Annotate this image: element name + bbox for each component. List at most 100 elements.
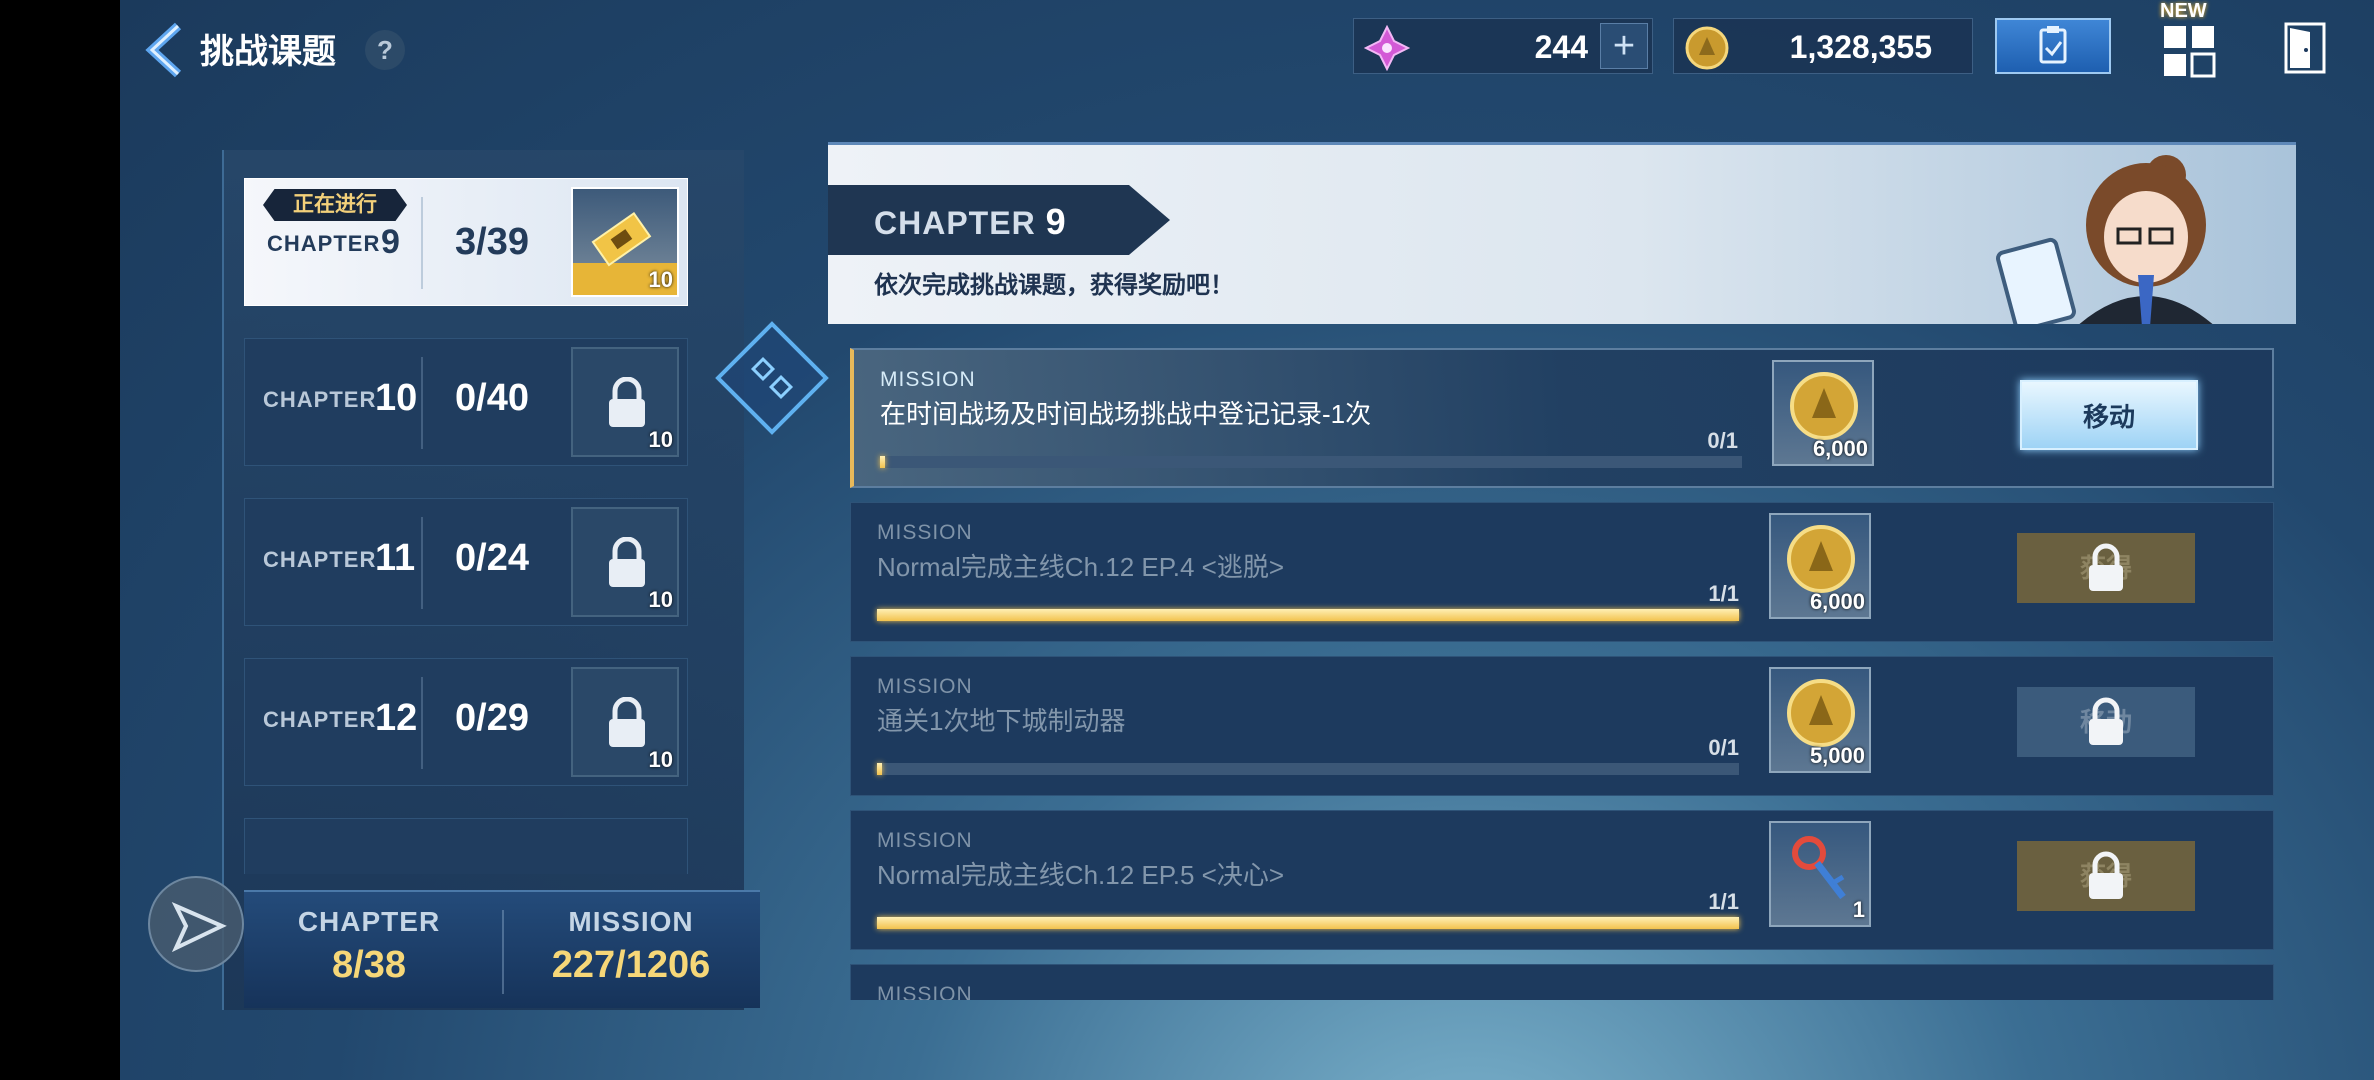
chapter-number: 9 xyxy=(381,223,400,261)
gem-icon xyxy=(1364,25,1410,71)
mission-label: MISSION xyxy=(880,368,976,391)
chapter-card-9[interactable]: 正在进行 CHAPTER 9 3/39 10 xyxy=(244,178,688,306)
reward-quantity: 1 xyxy=(1852,897,1865,922)
chapter-list[interactable]: 正在进行 CHAPTER 9 3/39 10 CHAPTER 10 0/40 1… xyxy=(234,178,694,874)
mission-reward: 6,000 xyxy=(1772,360,1874,466)
chapter-reward: 10 xyxy=(571,507,679,617)
game-screen: 挑战课题 ? 244 + 1,328,355 NEW 正在进行 CHAPTER … xyxy=(120,0,2374,1080)
chapter-reward: 10 xyxy=(571,187,679,297)
mission-summary: MISSION 227/1206 xyxy=(506,906,756,987)
mission-label: MISSION xyxy=(877,829,973,852)
lock-icon xyxy=(609,697,645,747)
mission-progress-bar xyxy=(877,763,1739,775)
menu-button[interactable] xyxy=(2160,16,2220,80)
add-gem-button[interactable]: + xyxy=(1600,23,1648,69)
in-progress-badge: 正在进行 xyxy=(263,189,407,221)
mission-count: 0/1 xyxy=(1707,428,1738,453)
mission-description: Normal完成主线Ch.12 EP.4 <逃脱> xyxy=(877,552,1284,582)
mission-label: MISSION xyxy=(877,983,973,1000)
mission-count: 0/1 xyxy=(1708,735,1739,760)
play-button[interactable] xyxy=(148,876,244,972)
chapter-number: 10 xyxy=(375,377,418,419)
mission-count: 1/1 xyxy=(1708,889,1739,914)
progress-fill xyxy=(877,763,883,775)
mission-summary-value: 227/1206 xyxy=(551,944,711,986)
mission-row: MISSION Normal完成主线Ch.12 EP.4 <逃脱> 1/1 6,… xyxy=(850,502,2274,642)
mission-description: Normal完成主线Ch.12 EP.5 <决心> xyxy=(877,860,1284,890)
reward-quantity: 10 xyxy=(648,427,673,452)
chapter-label: CHAPTER xyxy=(267,231,381,256)
chapter-card-11[interactable]: CHAPTER 11 0/24 10 xyxy=(244,498,688,626)
page-title: 挑战课题 xyxy=(200,33,336,71)
coin-value: 1,328,355 xyxy=(1789,29,1932,65)
guide-character-image xyxy=(1996,155,2213,324)
chapter-tab-text: CHAPTER 9 xyxy=(874,201,1067,243)
mission-row: MISSION 通关1次地下城制动器 0/1 5,000 移动 xyxy=(850,656,2274,796)
divider xyxy=(421,677,423,769)
chapter-reward: 10 xyxy=(571,347,679,457)
chapter-card-10[interactable]: CHAPTER 10 0/40 10 xyxy=(244,338,688,466)
coin-currency: 1,328,355 xyxy=(1673,18,1973,74)
mission-reward: 1 xyxy=(1769,821,1871,927)
exit-button[interactable] xyxy=(2280,18,2330,78)
lock-icon xyxy=(609,377,645,427)
mission-list[interactable]: MISSION 在时间战场及时间战场挑战中登记记录-1次 0/1 6,000 移… xyxy=(850,340,2278,1000)
chapter-card-partial[interactable] xyxy=(244,818,688,874)
chapter-progress: 3/39 xyxy=(455,221,529,263)
chapter-label: CHAPTER xyxy=(263,387,377,412)
grid-menu-icon xyxy=(2164,26,2216,78)
chapter-label: CHAPTER xyxy=(263,707,377,732)
key-icon xyxy=(1792,836,1846,900)
progress-fill xyxy=(880,456,886,468)
help-button[interactable]: ? xyxy=(365,30,405,70)
chapter-summary: CHAPTER 8/38 xyxy=(244,906,494,987)
chapter-card-12[interactable]: CHAPTER 12 0/29 10 xyxy=(244,658,688,786)
reward-quantity: 10 xyxy=(648,587,673,612)
move-button-locked[interactable]: 移动 xyxy=(2017,687,2195,757)
reward-quantity: 6,000 xyxy=(1812,436,1868,461)
progress-fill xyxy=(877,917,1739,929)
mission-description: 在时间战场及时间战场挑战中登记记录-1次 xyxy=(880,399,1372,429)
claim-button-locked[interactable]: 获得 xyxy=(2017,533,2195,603)
lock-icon xyxy=(2089,851,2123,899)
chapter-reward: 10 xyxy=(571,667,679,777)
clipboard-button[interactable] xyxy=(1995,18,2111,74)
chapter-tab-number: 9 xyxy=(1045,201,1067,242)
mission-reward: 5,000 xyxy=(1769,667,1871,773)
coin-icon xyxy=(1787,525,1855,593)
ticket-icon xyxy=(591,211,652,267)
gem-value: 244 xyxy=(1534,29,1588,65)
chapter-progress: 0/24 xyxy=(455,537,529,579)
diamond-connector-icon xyxy=(715,321,829,435)
divider xyxy=(502,910,504,994)
claim-button-locked[interactable]: 获得 xyxy=(2017,841,2195,911)
mission-count: 1/1 xyxy=(1708,581,1739,606)
chapter-number: 11 xyxy=(375,537,416,579)
chapter-tab-label: CHAPTER xyxy=(874,205,1036,241)
door-icon xyxy=(2284,22,2326,74)
play-icon xyxy=(171,901,227,953)
mission-label: MISSION xyxy=(877,521,973,544)
mission-description: 通关1次地下城制动器 xyxy=(877,706,1126,736)
mission-summary-label: MISSION xyxy=(568,906,694,937)
mission-reward: 6,000 xyxy=(1769,513,1871,619)
chapter-summary-label: CHAPTER xyxy=(297,906,441,937)
chapter-banner: CHAPTER 9 依次完成挑战课题，获得奖励吧！ xyxy=(828,142,2296,324)
mission-row-partial: MISSION xyxy=(850,964,2274,1000)
divider xyxy=(421,517,423,609)
chapter-progress: 0/29 xyxy=(455,697,529,739)
coin-icon xyxy=(1685,26,1729,70)
mission-progress-bar xyxy=(880,456,1742,468)
chapter-label: CHAPTER xyxy=(263,547,377,572)
chapter-tab: CHAPTER 9 xyxy=(828,185,1170,255)
chapter-summary-value: 8/38 xyxy=(332,944,406,986)
lock-icon xyxy=(2089,697,2123,745)
reward-quantity: 5,000 xyxy=(1809,743,1865,768)
move-button[interactable]: 移动 xyxy=(2020,380,2198,450)
mission-progress-bar xyxy=(877,609,1739,621)
back-arrow-icon xyxy=(145,22,182,78)
mission-label: MISSION xyxy=(877,675,973,698)
coin-icon xyxy=(1790,372,1858,440)
divider xyxy=(421,197,423,289)
back-button[interactable] xyxy=(140,20,190,80)
